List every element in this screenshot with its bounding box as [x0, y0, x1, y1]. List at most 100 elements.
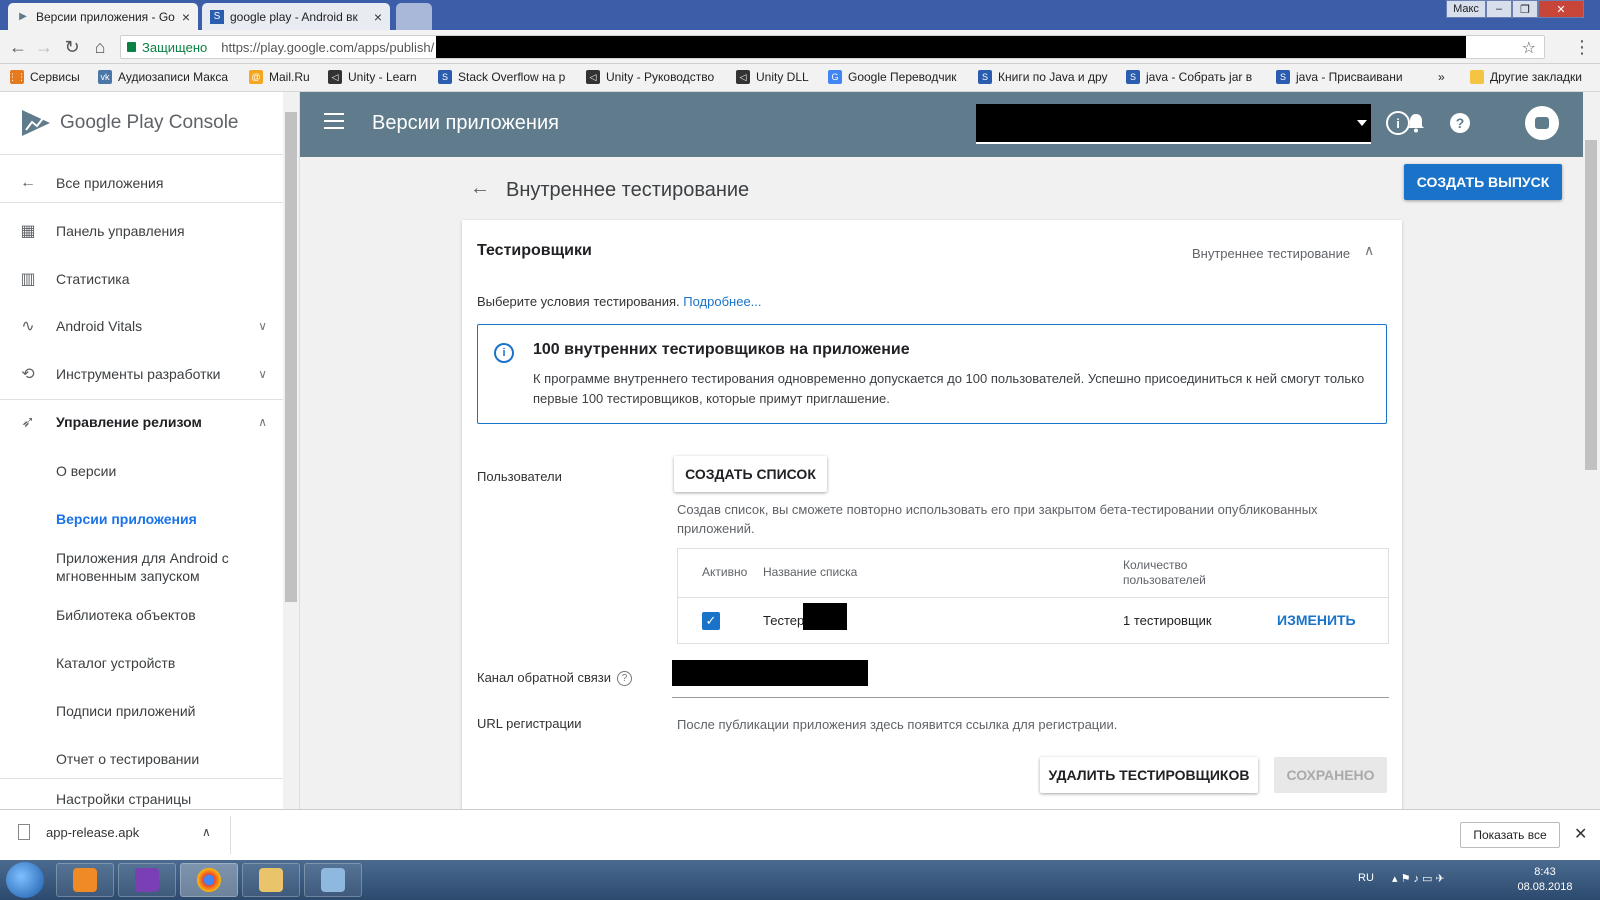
create-list-description: Создав список, вы сможете повторно испол…: [677, 502, 1318, 536]
sidebar-scrollbar[interactable]: [283, 92, 299, 809]
feedback-channel-label: Канал обратной связи?: [477, 670, 633, 687]
close-tab-icon[interactable]: ×: [182, 9, 190, 25]
sidebar-item-statistics[interactable]: ▥ Статистика: [0, 262, 283, 296]
close-tab-icon[interactable]: ×: [374, 9, 382, 25]
page-title: Внутреннее тестирование: [506, 179, 750, 201]
page-header-title: Версии приложения: [372, 112, 559, 134]
sidebar-item-all-apps[interactable]: ← Все приложения: [0, 166, 283, 200]
bookmark-item[interactable]: ◁ Unity - Руководство: [586, 70, 714, 84]
page-icon: S: [1276, 70, 1290, 84]
language-indicator[interactable]: RU: [1358, 872, 1374, 884]
info-title: 100 внутренних тестировщиков на приложен…: [533, 341, 910, 358]
bookmark-item[interactable]: G Google Переводчик: [828, 70, 957, 84]
bookmark-item[interactable]: S Stack Overflow на р: [438, 70, 565, 84]
sidebar-item-release-management[interactable]: ➶ Управление релизом ∧: [0, 405, 283, 439]
forward-icon[interactable]: →: [34, 37, 54, 58]
sidebar-item-app-releases[interactable]: Версии приложения: [0, 502, 283, 536]
restore-icon[interactable]: ❐: [1512, 0, 1538, 18]
taskbar-media-player[interactable]: [56, 863, 114, 897]
help-circle-icon[interactable]: ?: [617, 671, 633, 687]
bookmark-item[interactable]: vk Аудиозаписи Макса: [98, 70, 228, 84]
tab-title: Версии приложения - Go: [36, 9, 175, 24]
bookmarks-overflow-button[interactable]: »: [1438, 70, 1445, 84]
main-content: ← Внутреннее тестирование СОЗДАТЬ ВЫПУСК…: [300, 157, 1583, 809]
remove-testers-button[interactable]: УДАЛИТЬ ТЕСТИРОВЩИКОВ: [1040, 757, 1258, 793]
address-bar[interactable]: Защищено https://play.google.com/apps/pu…: [120, 35, 1545, 59]
sidebar-item-test-report[interactable]: Отчет о тестировании: [0, 742, 283, 776]
browser-tab[interactable]: S google play - Android вк ×: [202, 3, 390, 30]
sidebar-item-page-settings[interactable]: Настройки страницы: [0, 782, 283, 809]
browser-menu-icon[interactable]: ⋮: [1572, 37, 1592, 58]
help-icon[interactable]: ?: [1448, 111, 1472, 135]
bookmark-star-icon[interactable]: ☆: [1522, 38, 1536, 58]
tray-icons[interactable]: ▴ ⚑ ♪ ▭ ✈: [1392, 872, 1445, 885]
sidebar-item-device-catalog[interactable]: Каталог устройств: [0, 646, 283, 680]
taskbar-paint[interactable]: [304, 863, 362, 897]
pulse-icon: ∿: [21, 318, 35, 335]
bookmark-item[interactable]: Sjava - Присваивани: [1276, 70, 1403, 84]
bookmark-item[interactable]: ◁ Unity DLL: [736, 70, 809, 84]
info-callout: i 100 внутренних тестировщиков на прилож…: [477, 324, 1387, 424]
reload-icon[interactable]: ↻: [62, 37, 82, 58]
unity-icon: ◁: [328, 70, 342, 84]
create-release-button[interactable]: СОЗДАТЬ ВЫПУСК: [1404, 164, 1562, 200]
close-icon[interactable]: ✕: [1574, 824, 1587, 844]
sidebar-item-about-version[interactable]: О версии: [0, 454, 283, 488]
page-scrollbar[interactable]: [1583, 92, 1600, 809]
bookmark-item[interactable]: ◁ Unity - Learn: [328, 70, 417, 84]
bookmark-item[interactable]: S Книги по Java и дру: [978, 70, 1108, 84]
bar-chart-icon: ▥: [20, 271, 36, 288]
learn-more-link[interactable]: Подробнее...: [683, 294, 761, 309]
back-icon[interactable]: ←: [8, 37, 28, 58]
sidebar-item-artifact-library[interactable]: Библиотека объектов: [0, 598, 283, 632]
divider: [678, 597, 1388, 598]
other-bookmarks[interactable]: Другие закладки: [1470, 70, 1582, 84]
sidebar-item-dashboard[interactable]: ▦ Панель управления: [0, 214, 283, 248]
play-console-logo-icon: [22, 110, 50, 136]
avatar[interactable]: [1525, 106, 1559, 140]
new-tab-button[interactable]: [396, 3, 432, 30]
chevron-up-icon[interactable]: ∧: [202, 825, 211, 839]
browser-tab-active[interactable]: ▶ Версии приложения - Go ×: [8, 3, 198, 30]
sidebar-item-dev-tools[interactable]: ⟲ Инструменты разработки ∨: [0, 357, 283, 391]
scrollbar-thumb[interactable]: [285, 112, 297, 602]
download-item[interactable]: app-release.apk: [18, 824, 139, 840]
folder-icon: [259, 868, 283, 892]
brand-logo[interactable]: Google Play Console: [20, 108, 239, 138]
minimize-icon[interactable]: –: [1486, 0, 1512, 18]
back-arrow-icon[interactable]: ←: [470, 177, 490, 200]
taskbar-chrome[interactable]: [180, 863, 238, 897]
taskbar-explorer[interactable]: [242, 863, 300, 897]
bookmark-item[interactable]: Sjava - Собрать jar в: [1126, 70, 1252, 84]
bookmark-item[interactable]: @ Mail.Ru: [249, 70, 310, 84]
taskbar-visual-studio[interactable]: [118, 863, 176, 897]
chevron-down-icon: ∨: [258, 367, 267, 381]
start-button[interactable]: [6, 862, 44, 898]
notifications-bell-icon[interactable]: [1404, 111, 1428, 135]
system-clock[interactable]: 8:43 08.08.2018: [1510, 865, 1580, 895]
create-list-button[interactable]: СОЗДАТЬ СПИСОК: [674, 456, 827, 492]
show-all-downloads-button[interactable]: Показать все: [1460, 822, 1560, 848]
play-console-icon: ▶: [19, 11, 27, 22]
app-selector[interactable]: [976, 104, 1371, 144]
bookmark-item[interactable]: ⋮⋮ Сервисы: [8, 70, 80, 84]
edit-list-button[interactable]: ИЗМЕНИТЬ: [1277, 612, 1356, 628]
brand-name: Google Play Console: [60, 112, 239, 133]
secure-indicator[interactable]: Защищено: [127, 40, 207, 55]
saved-button[interactable]: СОХРАНЕНО: [1274, 757, 1387, 793]
scrollbar-thumb[interactable]: [1585, 140, 1597, 470]
hamburger-menu-icon[interactable]: [324, 113, 344, 134]
active-checkbox[interactable]: ✓: [702, 612, 720, 630]
close-window-icon[interactable]: ✕: [1538, 0, 1584, 18]
home-icon[interactable]: ⌂: [90, 37, 110, 58]
chrome-icon: [197, 868, 221, 892]
feedback-channel-input[interactable]: [672, 660, 1389, 698]
profile-button[interactable]: Макс: [1446, 0, 1486, 18]
sidebar-item-android-vitals[interactable]: ∿ Android Vitals ∨: [0, 309, 283, 343]
collapse-chevron-icon[interactable]: ∧: [1364, 242, 1374, 259]
list-name: Тестер: [763, 613, 805, 628]
redacted-name: [803, 603, 847, 630]
users-label: Пользователи: [477, 469, 562, 484]
sidebar-item-instant-apps[interactable]: Приложения для Android с мгновенным запу…: [0, 547, 283, 587]
sidebar-item-app-signing[interactable]: Подписи приложений: [0, 694, 283, 728]
